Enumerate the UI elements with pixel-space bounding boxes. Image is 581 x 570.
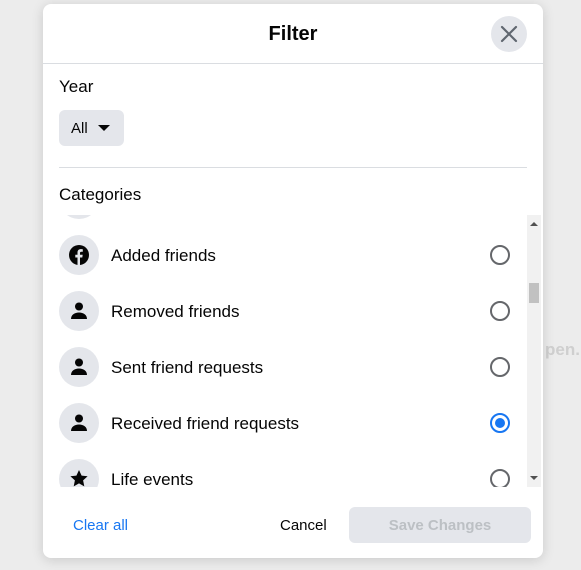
scrollbar[interactable]: [527, 215, 541, 487]
close-button[interactable]: [491, 16, 527, 52]
category-row[interactable]: [43, 215, 527, 227]
category-label: Added friends: [111, 246, 216, 265]
categories-list: Added friends Removed friends Sent frien…: [43, 215, 527, 487]
category-label: Received friend requests: [111, 414, 300, 433]
year-value: All: [71, 119, 88, 137]
star-icon: [59, 459, 99, 487]
clear-all-link[interactable]: Clear all: [73, 517, 128, 534]
person-icon: [59, 347, 99, 387]
close-icon: [500, 25, 518, 43]
person-icon: [59, 403, 99, 443]
facebook-icon: [59, 235, 99, 275]
caret-down-icon: [97, 125, 110, 131]
category-row[interactable]: Received friend requests: [43, 395, 527, 451]
scroll-thumb[interactable]: [529, 283, 539, 303]
category-label: Removed friends: [111, 302, 240, 321]
dialog-header: Filter: [43, 4, 543, 64]
category-label: Life events: [111, 470, 194, 487]
background-text: pen.: [545, 340, 580, 359]
category-radio[interactable]: [490, 245, 510, 265]
filter-dialog: Filter Year All Categories Added friends…: [43, 4, 543, 558]
year-dropdown[interactable]: All: [59, 110, 124, 146]
category-row[interactable]: Life events: [43, 451, 527, 487]
divider: [59, 167, 527, 168]
category-row[interactable]: Added friends: [43, 227, 527, 283]
category-radio[interactable]: [490, 301, 510, 321]
category-row[interactable]: Sent friend requests: [43, 339, 527, 395]
save-changes-button[interactable]: Save Changes: [349, 507, 531, 543]
generic-icon: [59, 215, 99, 219]
cancel-button[interactable]: Cancel: [280, 517, 327, 534]
categories-label: Categories: [59, 185, 142, 204]
category-radio[interactable]: [490, 357, 510, 377]
year-label: Year: [59, 77, 94, 96]
category-label: Sent friend requests: [111, 358, 264, 377]
scroll-up-icon[interactable]: [530, 222, 538, 226]
category-radio[interactable]: [490, 469, 510, 487]
dialog-title: Filter: [268, 23, 318, 45]
category-row[interactable]: Removed friends: [43, 283, 527, 339]
scroll-down-icon[interactable]: [530, 476, 538, 480]
category-radio[interactable]: [490, 413, 510, 433]
person-icon: [59, 291, 99, 331]
